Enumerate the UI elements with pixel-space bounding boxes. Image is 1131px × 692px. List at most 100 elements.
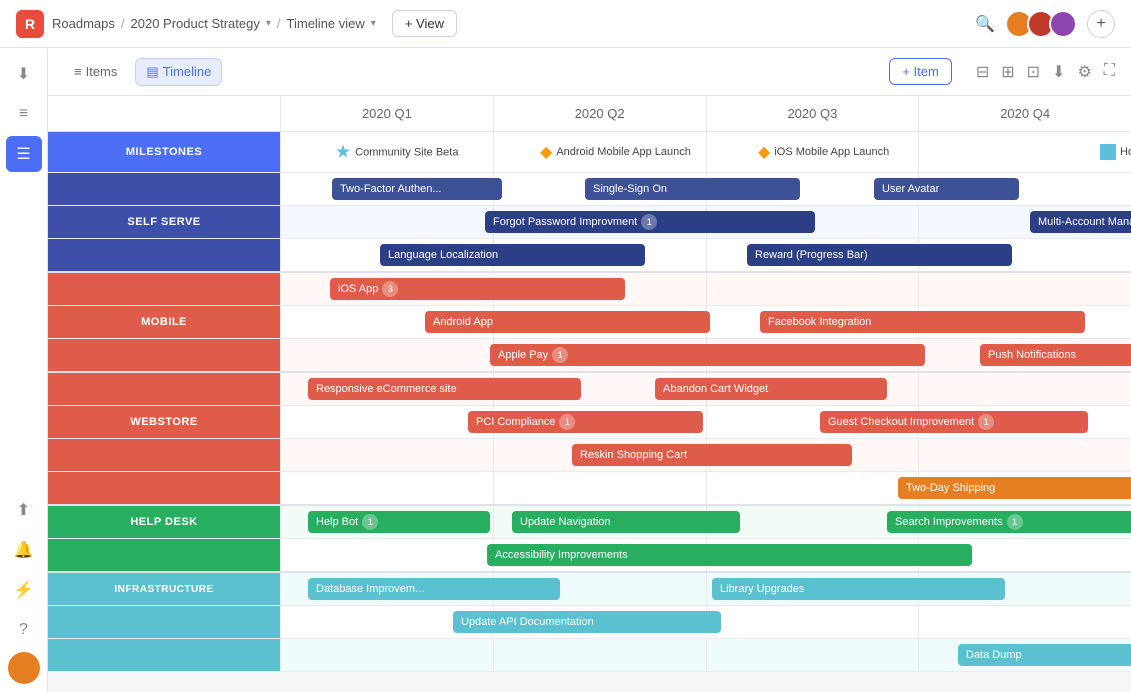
add-item-button[interactable]: + Item [889,58,952,85]
mobile-row-2: MOBILE Android App Facebo [48,306,1131,339]
breadcrumb: Roadmaps / 2020 Product Strategy ▾ / Tim… [52,16,376,31]
bar-user-avatar[interactable]: User Avatar [874,178,1019,200]
avatar-3[interactable] [1049,10,1077,38]
bar-single-sign-on[interactable]: Single-Sign On [585,178,800,200]
milestones-content: ★ Community Site Beta ◆ Android Mobile A… [280,132,1131,172]
bar-two-day-shipping[interactable]: Two-Day Shipping [898,477,1131,499]
bar-ios-app[interactable]: iOS App 3 [330,278,625,300]
sidebar-help[interactable]: ? [6,612,42,648]
self-serve-text: SELF SERVE [127,216,200,228]
bar-multi-account[interactable]: Multi-Account Mana... 1 [1030,211,1131,233]
add-collaborator-button[interactable]: + [1087,10,1115,38]
infra-label-3 [48,639,280,671]
nav-right: 🔍 + [975,10,1115,38]
bar-reskin-cart[interactable]: Reskin Shopping Cart [572,444,852,466]
infra-text: INFRASTRUCTURE [114,584,213,595]
timeline-area: 2020 Q1 2020 Q2 2020 Q3 2020 Q4 MILESTON… [48,96,1131,692]
milestone-android-launch[interactable]: ◆ Android Mobile App Launch [540,142,691,162]
bar-library-upgrades[interactable]: Library Upgrades [712,578,1005,600]
tab-items[interactable]: ≡ Items [64,59,127,84]
bar-update-api[interactable]: Update API Documentation [453,611,721,633]
add-view-button[interactable]: + View [392,10,457,37]
milestones-label: MILESTONES [48,132,280,172]
mobile-bars-1: iOS App 3 [280,273,1131,305]
bar-facebook-integration[interactable]: Facebook Integration [760,311,1085,333]
tab-timeline[interactable]: ▤ Timeline [135,58,222,86]
fullscreen-icon[interactable]: ⛶ [1104,62,1115,82]
collapse-icon[interactable]: ⊡ [1027,62,1040,82]
breadcrumb-roadmaps[interactable]: Roadmaps [52,16,115,31]
breadcrumb-sep1: / [121,16,125,31]
mobile-bars-2: Android App Facebook Integration [280,306,1131,338]
self-serve-label-2: SELF SERVE [48,206,280,238]
settings-icon[interactable]: ⚙ [1077,62,1091,82]
self-serve-bars-1: Two-Factor Authen... Single-Sign On User… [280,173,1131,205]
bar-push-notifications[interactable]: Push Notifications [980,344,1131,366]
mobile-row-1: iOS App 3 [48,273,1131,306]
bar-update-navigation[interactable]: Update Navigation [512,511,740,533]
bar-search-improvements[interactable]: Search Improvements 1 [887,511,1131,533]
milestone-android-label: Android Mobile App Launch [556,146,691,158]
webstore-row-1: Responsive eCommerce site Abandon Cart W… [48,373,1131,406]
webstore-text: WEBSTORE [130,416,197,428]
bar-apple-pay[interactable]: Apple Pay 1 [490,344,925,366]
export-icon[interactable]: ⬇ [1052,62,1065,82]
items-icon: ≡ [74,64,82,79]
diamond-icon-2: ◆ [758,142,770,162]
breadcrumb-strategy[interactable]: 2020 Product Strategy [131,16,260,31]
app-logo[interactable]: R [16,10,44,38]
diamond-icon-1: ◆ [540,142,552,162]
milestones-row: MILESTONES ★ Community Site Beta [48,132,1131,173]
toolbar-icons: ⊟ ⊞ ⊡ ⬇ ⚙ ⛶ [976,62,1115,82]
webstore-bars-2: PCI Compliance 1 Guest Checkout Improvem… [280,406,1131,438]
bar-two-factor[interactable]: Two-Factor Authen... [332,178,502,200]
gantt-grid[interactable]: MILESTONES ★ Community Site Beta [48,132,1131,692]
bar-language-loc[interactable]: Language Localization [380,244,645,266]
bar-database-improvements[interactable]: Database Improvem... [308,578,560,600]
infra-row-2: Update API Documentation [48,606,1131,639]
sidebar-list[interactable]: ≡ [6,96,42,132]
q3-header: 2020 Q3 [706,96,919,131]
breadcrumb-view[interactable]: Timeline view [287,16,365,31]
user-avatars [1005,10,1077,38]
self-serve-bars-3: Language Localization Reward (Progress B… [280,239,1131,271]
helpdesk-row-2: Accessibility Improvements [48,539,1131,573]
webstore-label-1 [48,373,280,405]
sidebar-import[interactable]: ⬆ [6,492,42,528]
infrastructure-section: INFRASTRUCTURE Database Improvem... [48,573,1131,672]
bar-accessibility[interactable]: Accessibility Improvements [487,544,972,566]
sidebar-bell[interactable]: 🔔 [6,532,42,568]
milestone-holiday[interactable]: Holiday [1100,144,1131,160]
webstore-row-4: Two-Day Shipping [48,472,1131,506]
bar-responsive-ecommerce[interactable]: Responsive eCommerce site [308,378,581,400]
bar-forgot-password[interactable]: Forgot Password Improvment 1 [485,211,815,233]
sidebar-flash[interactable]: ⚡ [6,572,42,608]
mobile-label-3 [48,339,280,371]
infra-row-1: INFRASTRUCTURE Database Improvem... [48,573,1131,606]
bar-pci-compliance[interactable]: PCI Compliance 1 [468,411,703,433]
helpdesk-bars-1: Help Bot 1 Update Navigation Search Impr… [280,506,1131,538]
infra-row-3: Data Dump [48,639,1131,672]
bar-abandon-cart[interactable]: Abandon Cart Widget [655,378,887,400]
bar-data-dump[interactable]: Data Dump [958,644,1131,666]
milestone-ios-launch[interactable]: ◆ iOS Mobile App Launch [758,142,889,162]
bar-help-bot[interactable]: Help Bot 1 [308,511,490,533]
sidebar-download[interactable]: ⬇ [6,56,42,92]
milestone-community-beta[interactable]: ★ Community Site Beta [335,142,458,163]
self-serve-bars-2: Forgot Password Improvment 1 Multi-Accou… [280,206,1131,238]
filter-icon[interactable]: ⊟ [976,62,989,82]
helpdesk-text: HELP DESK [130,516,197,528]
search-icon-nav[interactable]: 🔍 [975,14,995,34]
breadcrumb-caret2: ▾ [371,18,376,29]
mobile-row-3: Apple Pay 1 Push Notifications [48,339,1131,373]
sidebar-user-avatar[interactable] [8,652,40,684]
group-icon[interactable]: ⊞ [1001,62,1014,82]
webstore-row-2: WEBSTORE PCI Compliance 1 [48,406,1131,439]
sidebar-timeline[interactable]: ☰ [6,136,42,172]
milestone-holiday-label: Holiday [1120,146,1131,158]
view-toolbar: ≡ Items ▤ Timeline + Item ⊟ ⊞ ⊡ ⬇ ⚙ ⛶ [48,48,1131,96]
bar-android-app[interactable]: Android App [425,311,710,333]
bar-reward-progress[interactable]: Reward (Progress Bar) [747,244,1012,266]
webstore-bars-3: Reskin Shopping Cart [280,439,1131,471]
bar-guest-checkout[interactable]: Guest Checkout Improvement 1 [820,411,1088,433]
